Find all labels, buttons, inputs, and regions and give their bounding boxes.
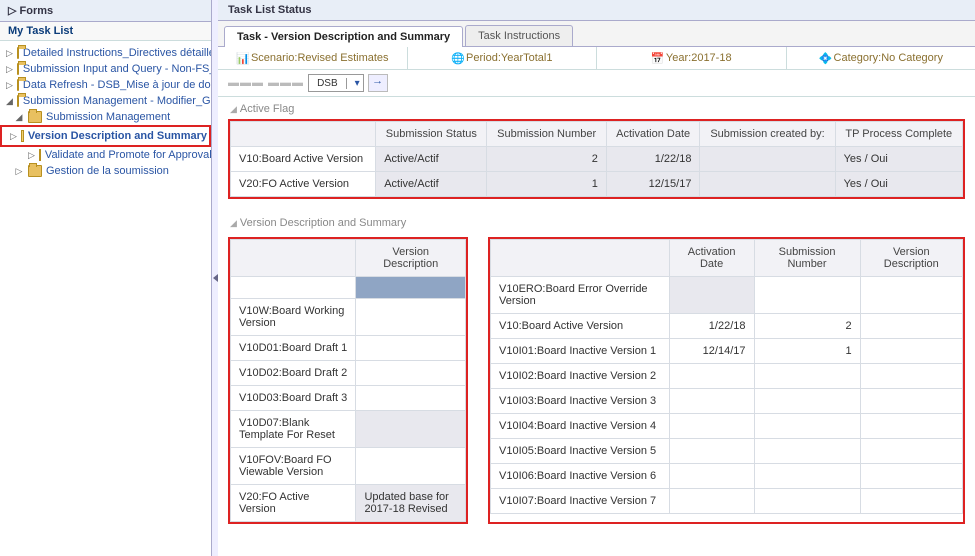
col-actdate: Activation Date [606,122,700,147]
tree-item-validate[interactable]: ▷Validate and Promote for Approval [0,147,211,163]
table-row[interactable]: V10D01:Board Draft 1 [231,336,466,361]
param-year[interactable]: 📅Year:2017-18 [597,47,787,69]
forms-header[interactable]: ▷ Forms [0,0,211,22]
table-row[interactable]: V10D07:Blank Template For Reset [231,411,466,448]
main-area: Task List Status Task - Version Descript… [218,0,975,556]
col-subnum: Submission Number [487,122,606,147]
toolbar-context: ▬▬▬ ▬▬▬ [228,77,304,89]
col-tp: TP Process Complete [835,122,962,147]
col-status: Submission Status [376,122,487,147]
tree-item-instructions[interactable]: ▷Detailed Instructions_Directives détail… [0,45,211,61]
col-subnum: Submission Number [754,240,860,277]
table-row[interactable]: V20:FO Active Version Active/Actif 1 12/… [231,172,963,197]
collapse-icon: ◢ [230,104,237,114]
year-icon: 📅 [651,52,663,64]
task-icon [21,130,24,142]
collapse-icon: ◢ [230,218,237,228]
tasklist-header[interactable]: My Task List [0,22,211,41]
col-blank [231,122,376,147]
table-row[interactable]: V20:FO Active VersionUpdated base for 20… [231,485,466,522]
period-icon: 🌐 [451,52,463,64]
table-row[interactable]: V10:Board Active Version Active/Actif 2 … [231,147,963,172]
folder-icon [17,79,19,91]
table-row[interactable]: V10I01:Board Inactive Version 112/14/171 [491,339,963,364]
table-row[interactable]: V10I02:Board Inactive Version 2 [491,364,963,389]
col-actdate: Activation Date [669,240,754,277]
table-row[interactable]: V10I04:Board Inactive Version 4 [491,414,963,439]
col-vdesc: Version Description [356,240,466,277]
section-vds[interactable]: ◢Version Description and Summary [228,213,965,233]
col-vdesc: Version Description [860,240,962,277]
scenario-icon: 📊 [236,52,248,64]
folder-icon [17,95,19,107]
dropdown-icon[interactable]: ▾ [346,78,363,89]
table-row[interactable]: V10I07:Board Inactive Version 7 [491,489,963,514]
col-createdby: Submission created by: [700,122,835,147]
tab-version-desc[interactable]: Task - Version Description and Summary [224,26,463,47]
table-row[interactable]: V10D02:Board Draft 2 [231,361,466,386]
param-period[interactable]: 🌐Period:YearTotal1 [408,47,598,69]
active-flag-table: Submission Status Submission Number Acti… [230,121,963,197]
table-row[interactable]: V10ERO:Board Error Override Version [491,277,963,314]
category-icon: 💠 [819,52,831,64]
folder-icon [17,47,19,59]
go-button[interactable]: → [368,74,388,92]
table-row[interactable]: V10FOV:Board FO Viewable Version [231,448,466,485]
folder-icon [28,165,42,177]
page-title: Task List Status [218,0,975,21]
tab-bar: Task - Version Description and Summary T… [218,21,975,47]
table-row[interactable]: V10I05:Board Inactive Version 5 [491,439,963,464]
tree-item-submission-mgmt-root[interactable]: ◢Submission Management - Modifier_Gestio… [0,93,211,109]
folder-icon [28,111,42,123]
vds-right-table: Activation Date Submission Number Versio… [490,239,963,514]
tree-item-submission-input[interactable]: ▷Submission Input and Query - Non-FS_Sou… [0,61,211,77]
task-icon [39,149,41,161]
folder-icon [17,63,19,75]
tree-item-gestion[interactable]: ▷Gestion de la soumission [0,163,211,179]
tree-item-version-desc[interactable]: ▷Version Description and Summary [4,128,207,144]
param-scenario[interactable]: 📊Scenario:Revised Estimates [218,47,408,69]
table-row[interactable]: V10I03:Board Inactive Version 3 [491,389,963,414]
table-row[interactable]: V10I06:Board Inactive Version 6 [491,464,963,489]
tree-item-data-refresh[interactable]: ▷Data Refresh - DSB_Mise à jour de donné… [0,77,211,93]
toolbar: ▬▬▬ ▬▬▬ DSB▾ → [218,70,975,97]
section-active-flag[interactable]: ◢Active Flag [228,99,965,119]
chevron-left-icon [213,274,218,282]
tree-item-submission-mgmt[interactable]: ◢Submission Management [0,109,211,125]
selected-cell[interactable] [356,277,466,299]
table-row[interactable]: V10D03:Board Draft 3 [231,386,466,411]
table-row[interactable]: V10W:Board Working Version [231,299,466,336]
sidebar: ▷ Forms My Task List ▷Detailed Instructi… [0,0,212,556]
param-category[interactable]: 💠Category:No Category [787,47,975,69]
task-tree: ▷Detailed Instructions_Directives détail… [0,41,211,183]
vds-left-table: Version Description V10W:Board Working V… [230,239,466,522]
params-bar: 📊Scenario:Revised Estimates 🌐Period:Year… [218,47,975,70]
table-row[interactable]: V10:Board Active Version1/22/182 [491,314,963,339]
tab-instructions[interactable]: Task Instructions [465,25,573,46]
entity-selector[interactable]: DSB▾ [308,74,364,92]
